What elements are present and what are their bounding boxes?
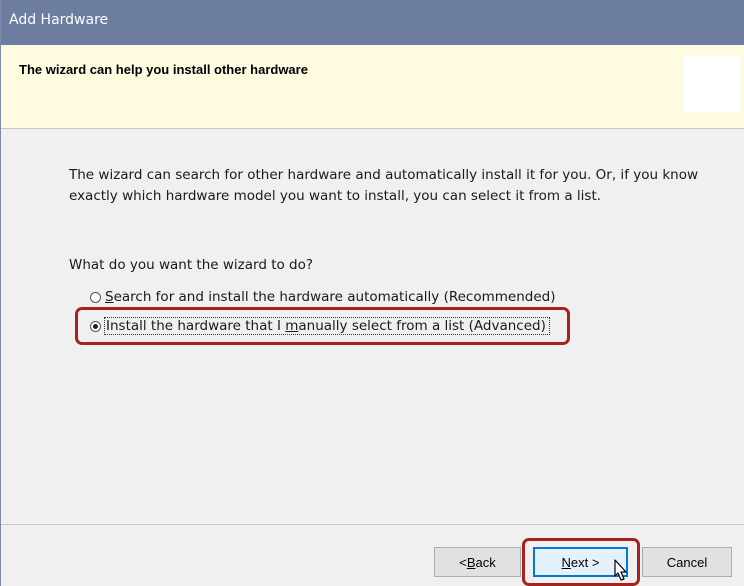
add-hardware-window: Add Hardware The wizard can help you ins… (0, 0, 744, 586)
radio-search-automatically[interactable] (90, 291, 101, 303)
radio-manual-select[interactable] (90, 320, 101, 332)
option-search-automatically[interactable]: Search for and install the hardware auto… (90, 287, 555, 307)
window-title: Add Hardware (9, 12, 109, 28)
wizard-header: The wizard can help you install other ha… (1, 45, 744, 129)
option-manual-select[interactable]: Install the hardware that I manually sel… (90, 316, 550, 336)
option-search-label: Search for and install the hardware auto… (105, 289, 556, 305)
option-manual-label: Install the hardware that I manually sel… (104, 317, 550, 335)
wizard-footer (1, 525, 744, 586)
pointer-cursor-icon (614, 559, 627, 581)
back-button[interactable]: < Back (434, 547, 521, 577)
header-title: The wizard can help you install other ha… (19, 62, 308, 77)
wizard-question: What do you want the wizard to do? (69, 257, 314, 273)
title-bar[interactable]: Add Hardware (1, 0, 744, 45)
cancel-button[interactable]: Cancel (642, 547, 732, 577)
hardware-icon (683, 55, 740, 112)
wizard-description: The wizard can search for other hardware… (69, 167, 699, 204)
